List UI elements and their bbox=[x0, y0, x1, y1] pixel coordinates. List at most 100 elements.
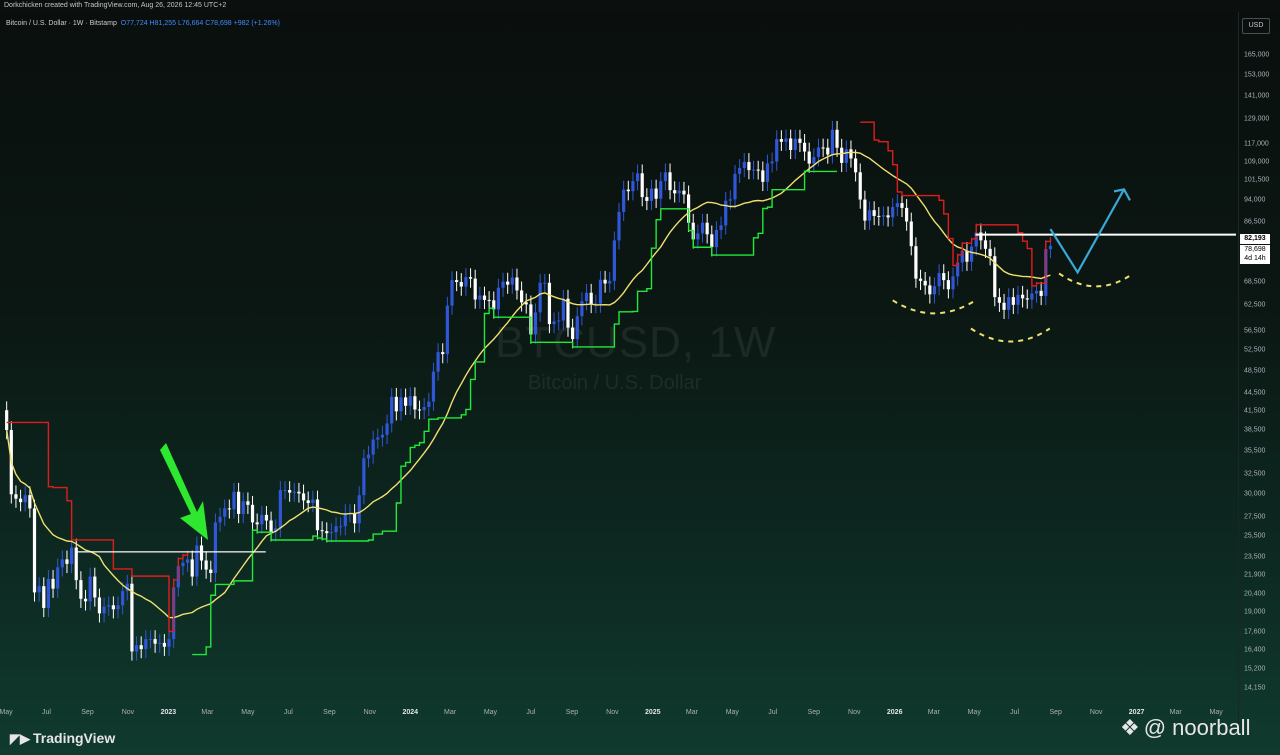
candle-body bbox=[362, 458, 366, 496]
candle-body bbox=[979, 232, 983, 241]
y-tick-label: 30,000 bbox=[1244, 490, 1266, 498]
candle-body bbox=[394, 396, 398, 412]
currency-button[interactable]: USD bbox=[1242, 18, 1270, 34]
candle-body bbox=[575, 316, 579, 340]
candle-body bbox=[622, 189, 626, 212]
candle-body bbox=[877, 215, 881, 217]
x-tick-label: Jul bbox=[283, 709, 293, 716]
candle-body bbox=[1002, 302, 1006, 310]
candle-body bbox=[816, 147, 821, 158]
price-plot[interactable] bbox=[0, 0, 1280, 755]
candle-body bbox=[747, 161, 751, 171]
author-handle: @ noorball bbox=[1143, 715, 1251, 740]
candle-body bbox=[93, 576, 97, 598]
candle-body bbox=[789, 138, 793, 150]
candle-body bbox=[278, 490, 282, 529]
candle-body bbox=[765, 163, 770, 182]
candle-body bbox=[464, 277, 468, 287]
y-tick-label: 101,500 bbox=[1244, 176, 1270, 184]
x-tick-label: Jul bbox=[41, 709, 51, 716]
candle-body bbox=[640, 173, 644, 198]
candle-body bbox=[18, 498, 23, 503]
candle-body bbox=[728, 199, 732, 201]
candle-body bbox=[70, 547, 74, 564]
candle-body bbox=[1011, 297, 1015, 305]
candle-body bbox=[292, 491, 296, 493]
candle-body bbox=[738, 167, 742, 174]
x-tick-label: Mar bbox=[685, 709, 698, 716]
candle-body bbox=[659, 181, 663, 199]
candle-body bbox=[167, 639, 171, 647]
y-tick-label: 117,000 bbox=[1244, 140, 1269, 148]
candle-body bbox=[742, 161, 746, 168]
x-tick-label: Mar bbox=[443, 709, 457, 716]
candle-body bbox=[608, 280, 612, 284]
candle-body bbox=[97, 597, 102, 614]
candle-body bbox=[264, 514, 269, 521]
candle-body bbox=[111, 605, 115, 610]
candle-body bbox=[918, 278, 923, 281]
candle-body bbox=[867, 210, 872, 221]
candle-body bbox=[88, 576, 92, 602]
x-tick-label: Sep bbox=[807, 709, 821, 716]
candle-body bbox=[436, 352, 440, 372]
candle-body bbox=[784, 138, 788, 142]
candle-body bbox=[821, 147, 825, 149]
tradingview-logo[interactable]: ◤▶ TradingView bbox=[10, 730, 115, 747]
x-tick-label: Sep bbox=[1049, 709, 1062, 716]
candle-body bbox=[102, 606, 106, 614]
x-tick-label: May bbox=[0, 709, 13, 716]
candle-body bbox=[1034, 290, 1039, 294]
candle-body bbox=[612, 240, 616, 281]
candle-body bbox=[909, 221, 913, 247]
candle-body bbox=[710, 234, 714, 248]
candle-body bbox=[854, 158, 858, 173]
candle-body bbox=[928, 285, 932, 295]
x-tick-label: May bbox=[241, 709, 255, 716]
dashed-arc bbox=[1058, 272, 1134, 288]
x-tick-label: May bbox=[967, 709, 981, 716]
candle-body bbox=[450, 280, 454, 306]
candle-body bbox=[714, 229, 719, 248]
dashed-arc bbox=[970, 327, 1051, 343]
candle-body bbox=[255, 522, 259, 525]
candle-body bbox=[376, 437, 380, 440]
candle-body bbox=[5, 410, 9, 431]
candle-body bbox=[468, 277, 473, 279]
x-tick-label: Nov bbox=[848, 709, 861, 716]
candle-body bbox=[213, 522, 218, 574]
y-tick-label: 19,000 bbox=[1244, 608, 1266, 616]
tradingview-brand: TradingView bbox=[33, 730, 116, 746]
y-tick-label: 14,150 bbox=[1244, 684, 1266, 692]
candle-body bbox=[682, 190, 686, 195]
candle-body bbox=[807, 151, 811, 164]
candle-body bbox=[584, 292, 589, 302]
candle-body bbox=[663, 172, 668, 182]
candle-body bbox=[399, 397, 403, 412]
candle-body bbox=[297, 491, 301, 494]
candle-body bbox=[923, 280, 927, 286]
candle-body bbox=[571, 327, 575, 340]
candle-body bbox=[404, 397, 408, 406]
candle-body bbox=[983, 240, 988, 249]
candle-body bbox=[557, 320, 561, 322]
annotation-arrow-icon bbox=[160, 443, 208, 540]
candle-body bbox=[1048, 245, 1053, 250]
x-tick-label: Mar bbox=[201, 709, 214, 716]
candle-body bbox=[645, 197, 649, 201]
candle-body bbox=[139, 645, 143, 650]
candle-body bbox=[232, 491, 236, 510]
candle-body bbox=[250, 504, 255, 523]
y-tick-label: 165,000 bbox=[1244, 51, 1270, 59]
candle-body bbox=[589, 292, 593, 304]
x-tick-label: Mar bbox=[927, 709, 940, 716]
candle-body bbox=[547, 282, 552, 325]
candle-body bbox=[306, 500, 310, 504]
y-tick-label: 62,500 bbox=[1244, 301, 1266, 309]
candle-body bbox=[185, 559, 190, 563]
candle-body bbox=[339, 526, 343, 528]
candle-body bbox=[422, 407, 426, 411]
candle-body bbox=[580, 301, 584, 317]
x-tick-label: Sep bbox=[323, 709, 336, 716]
candle-body bbox=[905, 207, 909, 222]
